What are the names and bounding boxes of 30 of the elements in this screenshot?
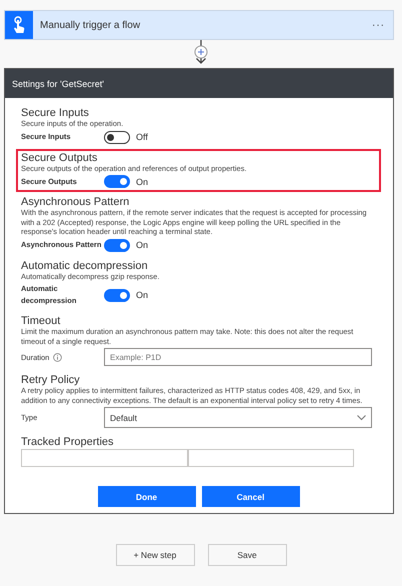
section-title: Secure Inputs: [21, 107, 90, 119]
section-title: Asynchronous Pattern: [21, 196, 130, 208]
toggle-switch[interactable]: [104, 288, 130, 302]
new-step-button[interactable]: + New step: [116, 544, 194, 566]
info-icon[interactable]: [53, 352, 62, 362]
trigger-card[interactable]: Manually trigger a flow ···: [4, 10, 394, 40]
save-button[interactable]: Save: [208, 544, 286, 566]
section-title: Automatic decompression: [21, 260, 149, 272]
toggle-state: Off: [136, 132, 148, 142]
duration-field[interactable]: Example: P1D: [104, 348, 372, 366]
section-title: Tracked Properties: [21, 436, 115, 448]
cancel-button[interactable]: Cancel: [202, 486, 300, 507]
toggle-switch[interactable]: [104, 175, 130, 188]
chevron-down-icon: [357, 414, 366, 420]
more-button[interactable]: ···: [366, 18, 393, 32]
panel-title: Settings for 'GetSecret': [5, 69, 393, 98]
input-field[interactable]: [21, 449, 188, 467]
done-button[interactable]: Done: [98, 486, 196, 507]
toggle-switch[interactable]: [104, 130, 130, 144]
tap-icon: [5, 11, 33, 39]
trigger-title: Manually trigger a flow: [39, 20, 142, 30]
type-dropdown[interactable]: Default: [104, 407, 372, 428]
toggle-switch[interactable]: [104, 238, 130, 252]
input-field[interactable]: [188, 449, 354, 467]
section-title: Secure Outputs: [21, 152, 98, 164]
section-title: Retry Policy: [21, 374, 81, 386]
toggle-state: On: [136, 290, 148, 300]
section-title: Timeout: [21, 315, 62, 327]
toggle-state: On: [136, 240, 148, 250]
toggle-state: On: [136, 176, 148, 186]
